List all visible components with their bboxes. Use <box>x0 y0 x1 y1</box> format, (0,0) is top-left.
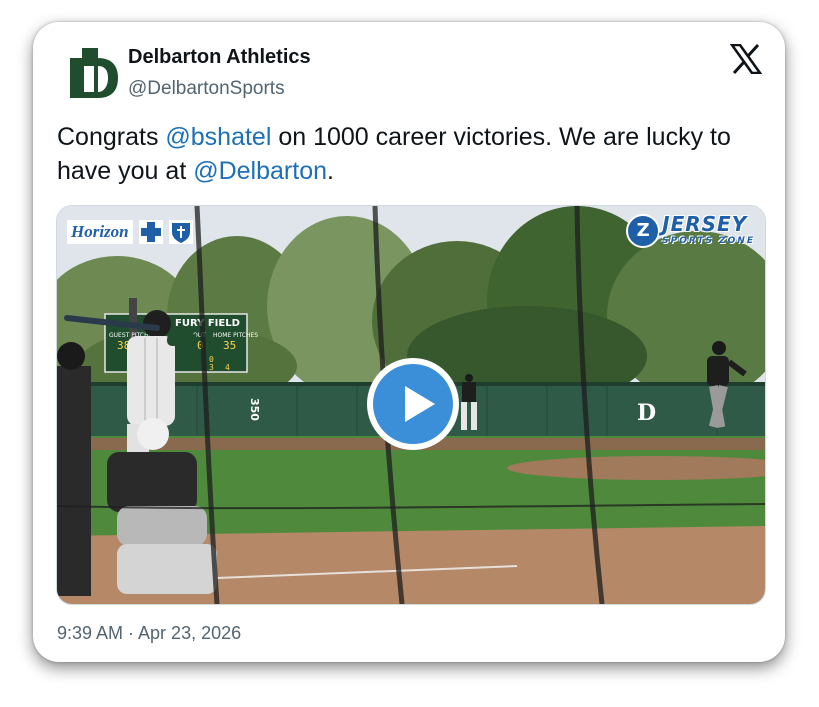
blue-shield-icon <box>168 220 193 244</box>
tweet-text: Congrats @bshatel on 1000 career victori… <box>57 120 767 188</box>
play-icon <box>405 386 435 422</box>
author-handle[interactable]: @DelbartonSports <box>128 78 285 100</box>
umpire-figure <box>57 342 91 596</box>
wall-d-logo: D <box>637 400 656 426</box>
scoreboard-value: 4 <box>225 363 230 372</box>
blue-cross-shield-icon <box>138 220 163 244</box>
tweet-text-part: . <box>327 157 334 185</box>
video-player[interactable]: FURY FIELD GUEST PITCHES OUT HOME PITCHE… <box>56 205 766 605</box>
x-logo-icon[interactable] <box>729 43 763 75</box>
scoreboard-title: FURY FIELD <box>175 318 240 329</box>
tweet-text-part: Congrats <box>57 123 166 151</box>
author-name[interactable]: Delbarton Athletics <box>128 46 311 69</box>
horizon-sponsor-text: Horizon <box>67 220 133 244</box>
play-button[interactable] <box>367 358 459 450</box>
tweet-timestamp[interactable]: 9:39 AM · Apr 23, 2026 <box>57 623 241 644</box>
scoreboard-label: HOME PITCHES <box>213 332 258 339</box>
delbarton-d-logo-icon[interactable] <box>64 44 120 100</box>
mention-link-delbarton[interactable]: @Delbarton <box>193 157 327 185</box>
scoreboard-value: 35 <box>223 339 236 352</box>
play-button-circle <box>373 364 453 444</box>
mention-link-bshatel[interactable]: @bshatel <box>165 123 271 151</box>
tweet-card: Delbarton Athletics @DelbartonSports Con… <box>33 22 785 662</box>
fence-distance-marker: 350 <box>248 398 261 421</box>
jsz-main-text: JERSEY <box>662 212 748 236</box>
jsz-sub-text: SPORTS ZONE <box>662 236 755 246</box>
jsz-z-icon: Z <box>626 214 661 248</box>
horizon-sponsor-logo: Horizon <box>67 218 193 246</box>
jsz-wordmark: JERSEY SPORTS ZONE <box>662 214 755 248</box>
scoreboard-value: 3 <box>209 363 214 372</box>
jersey-sports-zone-logo: Z JERSEY SPORTS ZONE <box>626 214 755 248</box>
